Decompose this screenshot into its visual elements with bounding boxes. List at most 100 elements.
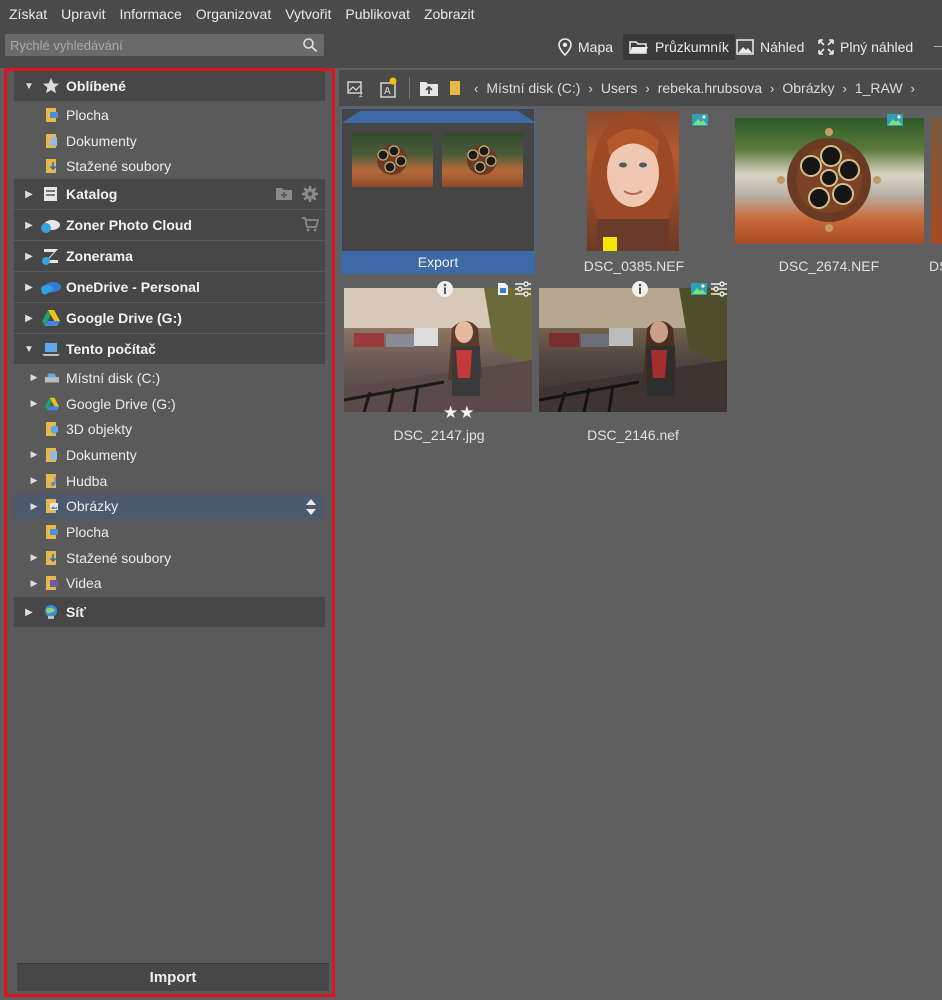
folder-videos-icon	[44, 575, 60, 591]
expanded-arrow-icon[interactable]: ▼	[20, 344, 38, 355]
breadcrumb-user[interactable]: rebeka.hrubsova	[658, 80, 762, 96]
adjustments-sliders-icon[interactable]	[710, 281, 728, 297]
item-label: Dokumenty	[66, 132, 137, 149]
folder-open-icon	[629, 41, 648, 54]
toolbar: Mapa Průzkumník Náhled Plný náhled	[0, 28, 942, 68]
thumbnail-grid: Export DSC_0385.NEF DSC_2674.NEF DS ★★ D…	[339, 106, 942, 1000]
pc-item-local-disk[interactable]: ▶ Místní disk (C:)	[14, 365, 325, 391]
star-icon: ★	[459, 403, 476, 422]
gear-icon[interactable]	[301, 185, 319, 203]
pc-item-documents[interactable]: ▶ Dokumenty	[14, 442, 325, 468]
breadcrumb-local-disk[interactable]: Místní disk (C:)	[486, 80, 580, 96]
item-label: Hudba	[66, 472, 108, 489]
menu-organizovat[interactable]: Organizovat	[189, 0, 278, 28]
back-chevron-icon[interactable]: ‹	[474, 81, 478, 96]
section-onedrive[interactable]: ▶ OneDrive - Personal	[14, 272, 325, 303]
collapsed-arrow-icon[interactable]: ▶	[28, 578, 40, 589]
collapsed-arrow-icon[interactable]: ▶	[20, 282, 38, 293]
info-icon[interactable]	[631, 280, 649, 298]
sort-arrows-icon[interactable]	[305, 498, 317, 521]
collapsed-arrow-icon[interactable]: ▶	[28, 372, 40, 383]
add-folder-icon[interactable]	[275, 185, 293, 201]
adjustments-sliders-icon[interactable]	[514, 281, 532, 297]
map-label: Mapa	[578, 39, 614, 55]
pc-item-pictures[interactable]: ▶ Obrázky	[14, 493, 325, 521]
favorite-item-plocha[interactable]: Plocha	[14, 102, 325, 128]
search-input[interactable]	[5, 34, 295, 56]
item-label: Google Drive (G:)	[66, 395, 176, 412]
collapsed-arrow-icon[interactable]: ▶	[28, 398, 40, 409]
collapsed-arrow-icon[interactable]: ▶	[20, 189, 38, 200]
collapsed-arrow-icon[interactable]: ▶	[28, 475, 40, 486]
section-label: Tento počítač	[66, 341, 156, 358]
pc-item-downloads[interactable]: ▶ Stažené soubory	[14, 545, 325, 571]
section-google-drive[interactable]: ▶ Google Drive (G:)	[14, 303, 325, 334]
expanded-arrow-icon[interactable]: ▼	[20, 81, 38, 92]
menu-zobrazit[interactable]: Zobrazit	[417, 0, 482, 28]
pc-item-desktop[interactable]: Plocha	[14, 519, 325, 545]
folder-preview-image-1	[352, 133, 433, 187]
collapsed-arrow-icon[interactable]: ▶	[20, 220, 38, 231]
new-album-icon[interactable]: z	[347, 77, 369, 99]
import-button[interactable]: Import	[17, 963, 329, 991]
section-this-pc[interactable]: ▼ Tento počítač	[14, 334, 325, 365]
navigator-panel: ▼ Oblíbené Plocha Dokumenty Stažené soub…	[4, 68, 335, 997]
rating-stars[interactable]: ★★	[443, 403, 476, 423]
breadcrumb-separator: ›	[588, 80, 593, 96]
breadcrumb-pictures[interactable]: Obrázky	[782, 80, 834, 96]
info-icon[interactable]	[436, 280, 454, 298]
thumbnail-dsc-2146[interactable]	[539, 288, 727, 412]
collapsed-arrow-icon[interactable]: ▶	[28, 501, 40, 512]
file-caption: DSC_0385.NEF	[583, 258, 685, 274]
collapsed-arrow-icon[interactable]: ▶	[28, 449, 40, 460]
map-button[interactable]: Mapa	[552, 34, 619, 60]
star-icon	[40, 76, 62, 96]
collapsed-arrow-icon[interactable]: ▶	[20, 607, 38, 618]
section-catalog[interactable]: ▶ Katalog	[14, 179, 325, 210]
section-favorites[interactable]: ▼ Oblíbené	[14, 71, 325, 101]
menu-ziskat[interactable]: Získat	[2, 0, 54, 28]
zonerama-icon	[40, 246, 62, 266]
section-zonerama[interactable]: ▶ Zonerama	[14, 241, 325, 272]
favorite-item-dokumenty[interactable]: Dokumenty	[14, 128, 325, 154]
item-label: Dokumenty	[66, 446, 137, 463]
search-icon[interactable]	[302, 37, 318, 53]
cart-icon[interactable]	[301, 216, 319, 232]
thumbnail-dsc-2147[interactable]	[344, 288, 532, 412]
thumbnail-dsc-0385[interactable]	[587, 111, 679, 251]
pc-item-music[interactable]: ▶ Hudba	[14, 468, 325, 494]
breadcrumb-users[interactable]: Users	[601, 80, 638, 96]
file-caption: DS	[929, 258, 942, 274]
folder-desktop-icon	[44, 524, 60, 540]
breadcrumb-raw[interactable]: 1_RAW	[855, 80, 903, 96]
collapsed-arrow-icon[interactable]: ▶	[28, 552, 40, 563]
section-zoner-photo-cloud[interactable]: ▶ Zoner Photo Cloud	[14, 210, 325, 241]
menu-upravit[interactable]: Upravit	[54, 0, 112, 28]
pc-item-videos[interactable]: ▶ Videa	[14, 571, 325, 597]
thumbnail-dsc-2674[interactable]	[735, 118, 924, 244]
jpeg-file-icon	[498, 283, 508, 295]
collapsed-arrow-icon[interactable]: ▶	[20, 251, 38, 262]
preview-label: Náhled	[760, 39, 805, 55]
catalog-icon	[40, 184, 62, 204]
folder-icon	[444, 77, 466, 99]
menu-informace[interactable]: Informace	[112, 0, 188, 28]
folder-thumbnail-export[interactable]: Export	[341, 108, 536, 274]
smart-folder-icon[interactable]: A	[377, 77, 399, 99]
preview-button[interactable]: Náhled	[730, 34, 810, 60]
menu-vytvorit[interactable]: Vytvořit	[278, 0, 338, 28]
cloud-icon	[40, 215, 62, 235]
section-network[interactable]: ▶ Síť	[14, 597, 325, 628]
item-label: 3D objekty	[66, 421, 133, 438]
favorite-item-stazene[interactable]: Stažené soubory	[14, 153, 325, 179]
pc-item-3d-objects[interactable]: 3D objekty	[14, 416, 325, 442]
menu-publikovat[interactable]: Publikovat	[338, 0, 417, 28]
folder-up-icon[interactable]	[418, 77, 440, 99]
pc-item-google-drive[interactable]: ▶ Google Drive (G:)	[14, 391, 325, 417]
section-label: Zoner Photo Cloud	[66, 217, 192, 234]
fullscreen-button[interactable]: Plný náhled	[812, 34, 919, 60]
thumbnail-partial[interactable]	[931, 118, 942, 244]
folder-3d-icon	[44, 421, 60, 437]
collapsed-arrow-icon[interactable]: ▶	[20, 313, 38, 324]
explorer-button[interactable]: Průzkumník	[623, 34, 735, 60]
